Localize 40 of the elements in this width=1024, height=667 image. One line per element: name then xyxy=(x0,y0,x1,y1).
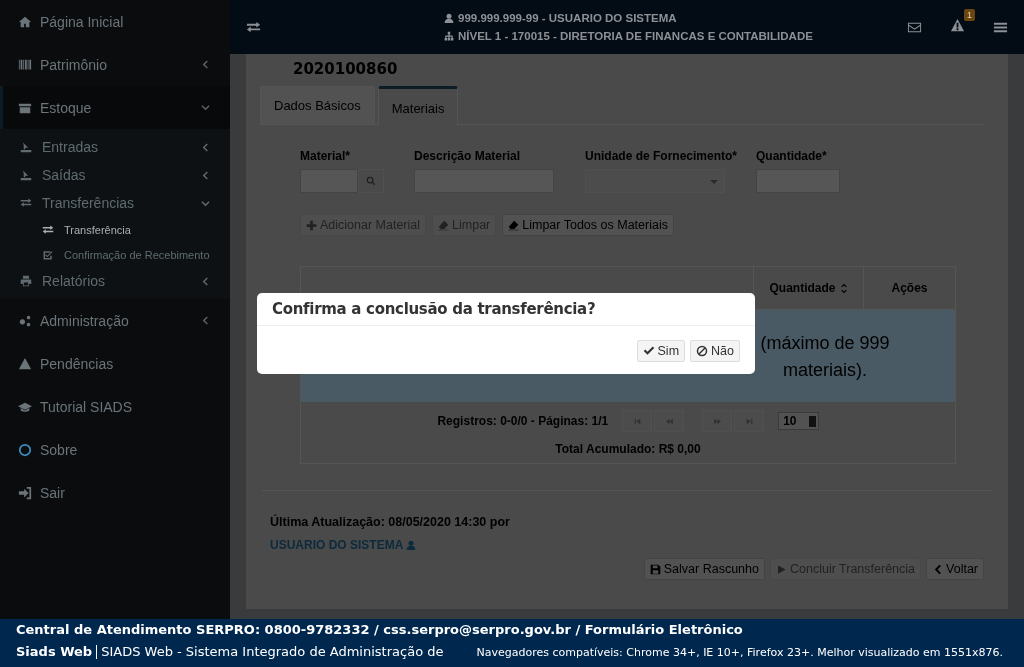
tab[interactable]: Materiais xyxy=(377,86,459,125)
sidebar-item[interactable]: Entradas xyxy=(0,133,230,161)
cancel-button[interactable]: Não xyxy=(690,340,740,362)
records-info: Registros: 0-0/0 - Páginas: 1/1 xyxy=(437,414,609,428)
sidebar-item[interactable]: Relatórios xyxy=(0,267,230,295)
field-label: Descrição Material xyxy=(414,149,522,163)
sidebar-item[interactable]: Administração xyxy=(0,299,230,342)
sidebar-item[interactable]: Transferência xyxy=(0,217,230,242)
sidebar-item[interactable]: Patrimônio xyxy=(0,43,230,86)
form-button[interactable]: Limpar Todos os Materiais xyxy=(502,214,674,236)
user-info: 999.999.999-99 - USUARIO DO SISTEMA xyxy=(458,12,677,24)
sidebar-item[interactable]: Sair xyxy=(0,471,230,514)
page-size-select[interactable]: 10 xyxy=(778,412,819,430)
dialog-title: Confirma a conclusão da transferência? xyxy=(257,293,755,326)
sidebar-item[interactable]: Pendências xyxy=(0,342,230,385)
field-label: Material* xyxy=(300,149,352,163)
browser-info: Navegadores compatíveis: Chrome 34+, IE 10+, Firefox 23+. Melhor visualizado em 1551x876. xyxy=(476,646,1003,660)
action-button[interactable]: Salvar Rascunho xyxy=(643,558,765,580)
empty-message: (máximo de 999 materiais). xyxy=(759,332,891,382)
sidebar-item[interactable]: Sobre xyxy=(0,428,230,471)
column-header: Ações xyxy=(863,267,955,309)
sidebar-item[interactable]: Tutorial SIADS xyxy=(0,385,230,428)
sidebar-item[interactable]: Transferências xyxy=(0,189,230,217)
action-button[interactable]: Voltar xyxy=(926,558,984,580)
confirm-button[interactable]: Sim xyxy=(636,340,686,362)
contact-info: Central de Atendimento SERPRO: 0800-9782332 / css.serpro@serpro.gov.br / Formulário Eletrônico xyxy=(16,622,744,638)
system-name: SIADS Web - Sistema Integrado de Administração de xyxy=(101,644,444,660)
sidebar-item[interactable]: Página Inicial xyxy=(0,0,230,43)
sidebar-item[interactable]: Saídas xyxy=(0,161,230,189)
field-label: Unidade de Fornecimento* xyxy=(585,149,739,163)
field-label: Quantidade* xyxy=(756,149,828,163)
notification-badge: 1 xyxy=(964,8,975,21)
unit-info: NÍVEL 1 - 170015 - DIRETORIA DE FINANCAS E CONTABILIDADE xyxy=(458,30,813,42)
sidebar-item[interactable]: Estoque xyxy=(0,86,230,129)
record-number: 2020100860 xyxy=(292,59,399,80)
brand-name: Siads Web xyxy=(16,644,93,660)
total-amount: Total Acumulado: R$ 0,00 xyxy=(554,441,702,458)
tab[interactable]: Dados Básicos xyxy=(260,86,375,124)
last-update: Última Atualização: 08/05/2020 14:30 por xyxy=(270,513,510,529)
sidebar-item[interactable]: Confirmação de Recebimento xyxy=(0,242,230,267)
